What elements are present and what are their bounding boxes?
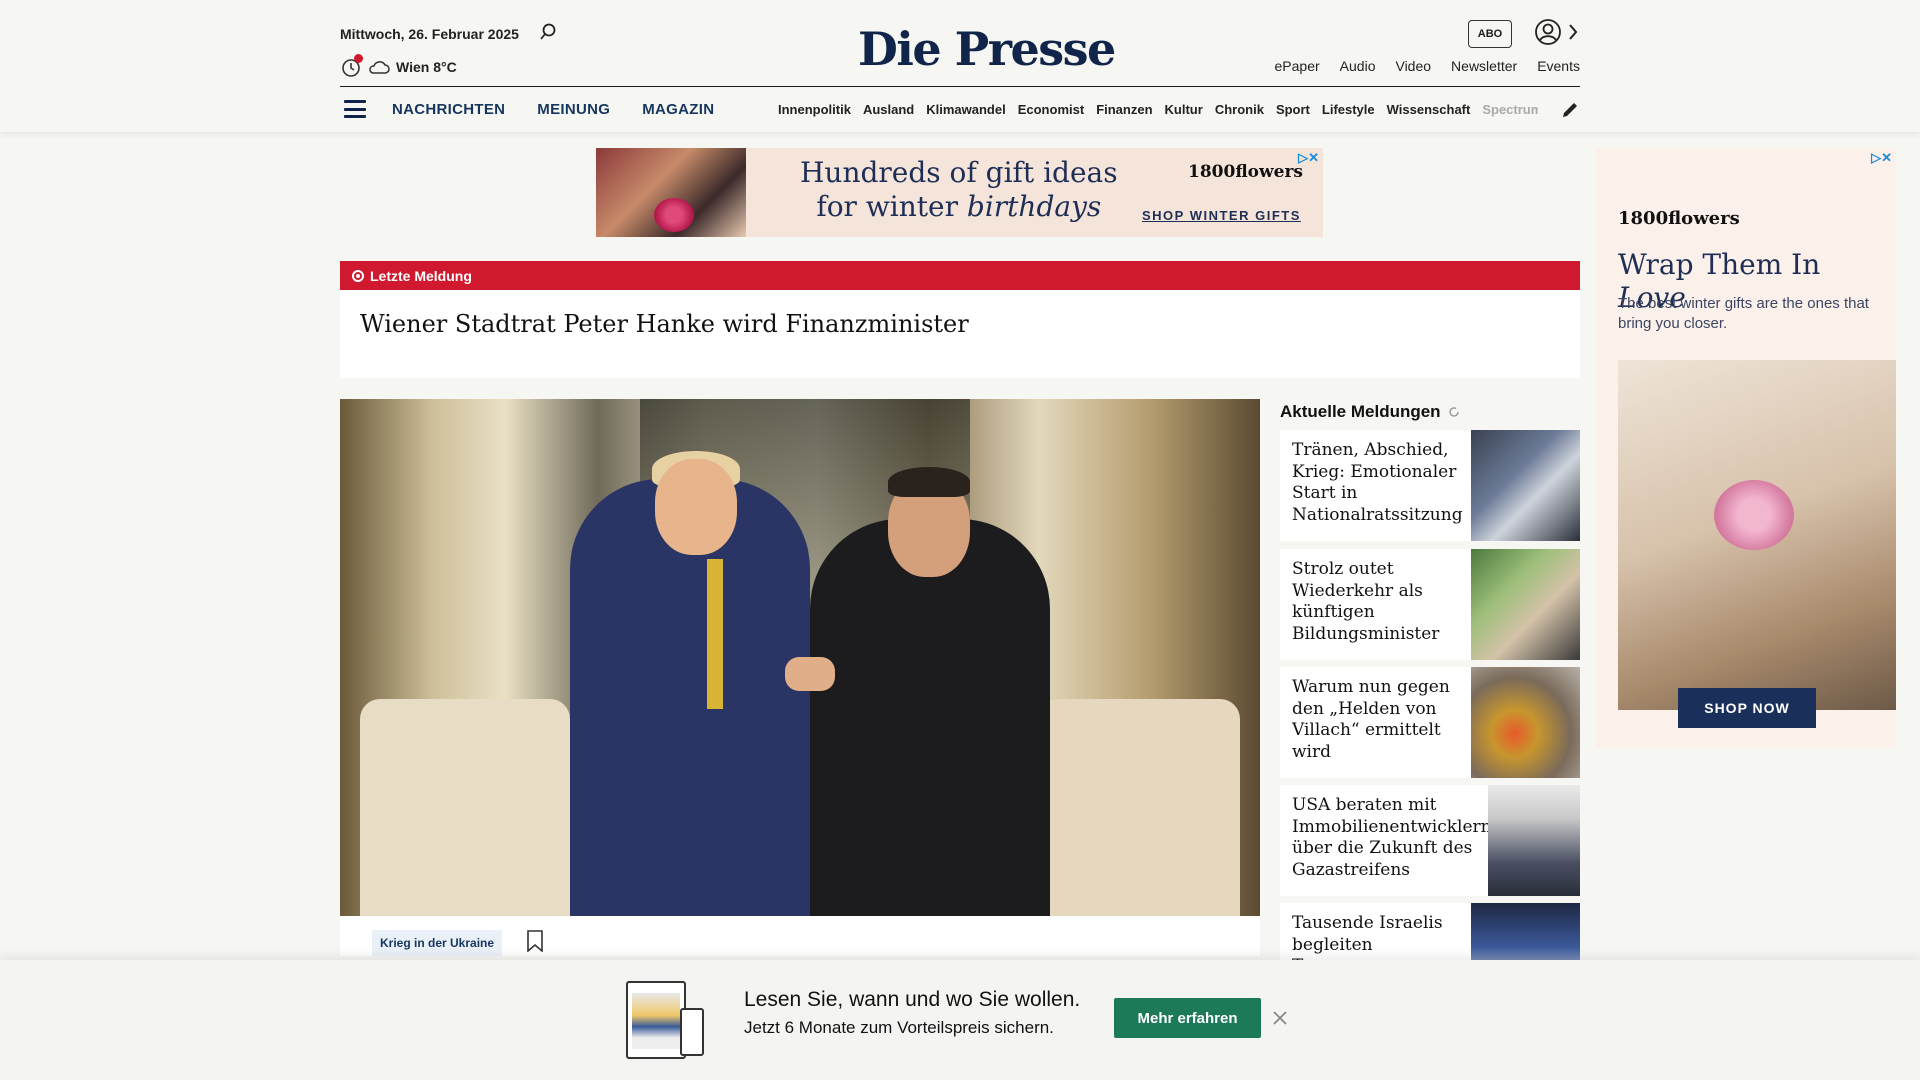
ad-headline: Hundreds of gift ideas for winter birthd… (800, 156, 1118, 224)
tablet-icon (626, 981, 686, 1059)
user-icon[interactable] (1534, 18, 1562, 46)
news-item[interactable]: USA beraten mit Immobilienentwicklern üb… (1280, 785, 1580, 896)
nav-meinung[interactable]: MEINUNG (537, 101, 610, 118)
link-video[interactable]: Video (1395, 58, 1431, 74)
pencil-icon[interactable] (1560, 100, 1580, 120)
nav-chronik[interactable]: Chronik (1215, 102, 1264, 117)
notification-icon[interactable] (340, 54, 363, 78)
ad-brand-logo: 1800flowers (1618, 208, 1740, 229)
current-date: Mittwoch, 26. Februar 2025 (340, 26, 519, 42)
ad-brand-logo: 1800flowers (1188, 162, 1303, 182)
news-item-title[interactable]: Warum nun gegen den „Helden von Villach“… (1292, 677, 1462, 763)
abo-button[interactable]: ABO (1468, 20, 1512, 48)
nav-economist[interactable]: Economist (1018, 102, 1084, 117)
menu-icon[interactable] (344, 100, 366, 118)
refresh-icon (1448, 407, 1459, 417)
top-links: ePaper Audio Video Newsletter Events (1275, 58, 1580, 74)
breaking-news-bar: Letzte Meldung (340, 261, 1580, 290)
nav-klimawandel[interactable]: Klimawandel (926, 102, 1005, 117)
nav-spectrum[interactable]: Spectrum (1482, 102, 1538, 117)
ad-couple-image (1618, 360, 1896, 710)
news-item-thumbnail (1471, 667, 1580, 778)
news-item-thumbnail (1471, 430, 1580, 541)
breaking-headline[interactable]: Wiener Stadtrat Peter Hanke wird Finanzm… (360, 310, 969, 338)
bookmark-icon[interactable] (526, 930, 544, 952)
header-divider (340, 86, 1580, 87)
news-item-title[interactable]: Strolz outet Wiederkehr als künftigen Bi… (1292, 559, 1462, 645)
phone-icon (680, 1008, 704, 1056)
live-indicator-icon (352, 269, 364, 282)
subscription-promo-banner: Lesen Sie, wann und wo Sie wollen. Jetzt… (0, 960, 1920, 1080)
chevron-right-icon[interactable] (1566, 22, 1580, 42)
nav-magazin[interactable]: MAGAZIN (642, 101, 714, 118)
news-item-title[interactable]: USA beraten mit Immobilienentwicklern üb… (1292, 795, 1492, 881)
header-inner: Mittwoch, 26. Februar 2025 Wien 8°C Die … (340, 0, 1580, 132)
ad-headline-line2: for winter birthdays (816, 190, 1102, 223)
mehr-erfahren-button[interactable]: Mehr erfahren (1114, 998, 1261, 1038)
nav-ausland[interactable]: Ausland (863, 102, 914, 117)
site-logo[interactable]: Die Presse (858, 22, 1116, 76)
link-epaper[interactable]: ePaper (1275, 58, 1320, 74)
nav-nachrichten[interactable]: NACHRICHTEN (392, 101, 505, 118)
site-header: Mittwoch, 26. Februar 2025 Wien 8°C Die … (0, 0, 1920, 132)
ad-subtext: The best winter gifts are the ones that … (1618, 295, 1869, 332)
nav-finanzen[interactable]: Finanzen (1096, 102, 1152, 117)
shop-now-button[interactable]: SHOP NOW (1678, 688, 1816, 728)
search-icon[interactable] (538, 22, 558, 42)
main-nav: NACHRICHTEN MEINUNG MAGAZIN (392, 101, 714, 118)
close-icon[interactable] (1272, 1010, 1288, 1026)
link-audio[interactable]: Audio (1340, 58, 1376, 74)
news-item-thumbnail (1488, 785, 1580, 896)
nav-innenpolitik[interactable]: Innenpolitik (778, 102, 851, 117)
weather-text: Wien 8°C (396, 59, 457, 75)
topic-tag[interactable]: Krieg in der Ukraine (372, 930, 503, 956)
cloud-icon (369, 61, 390, 74)
hero-meta: Krieg in der Ukraine (340, 916, 1260, 956)
ad-headline-line1: Hundreds of gift ideas (800, 156, 1118, 189)
news-item[interactable]: Tränen, Abschied, Krieg: Emotionaler Sta… (1280, 430, 1580, 541)
breaking-news-box[interactable]: Wiener Stadtrat Peter Hanke wird Finanzm… (340, 290, 1580, 378)
news-item-title[interactable]: Tränen, Abschied, Krieg: Emotionaler Sta… (1292, 440, 1463, 526)
top-banner-ad[interactable]: Hundreds of gift ideas for winter birthd… (596, 148, 1323, 237)
link-events[interactable]: Events (1537, 58, 1580, 74)
news-item[interactable]: Warum nun gegen den „Helden von Villach“… (1280, 667, 1580, 778)
news-section-title: Aktuelle Meldungen (1280, 402, 1461, 422)
ad-close-icon[interactable]: ▷✕ (1871, 150, 1892, 166)
ad-close-icon[interactable]: ▷✕ (1298, 150, 1319, 166)
promo-headline: Lesen Sie, wann und wo Sie wollen. (744, 988, 1081, 1011)
nav-wissenschaft[interactable]: Wissenschaft (1387, 102, 1471, 117)
hero-image[interactable] (340, 399, 1260, 916)
link-newsletter[interactable]: Newsletter (1451, 58, 1517, 74)
nav-lifestyle[interactable]: Lifestyle (1322, 102, 1375, 117)
weather-widget[interactable]: Wien 8°C (340, 54, 457, 78)
news-item[interactable]: Strolz outet Wiederkehr als künftigen Bi… (1280, 549, 1580, 660)
ad-cta-link[interactable]: SHOP WINTER GIFTS (1142, 208, 1301, 223)
promo-subline: Jetzt 6 Monate zum Vorteilspreis sichern… (744, 1018, 1054, 1037)
nav-sport[interactable]: Sport (1276, 102, 1310, 117)
breaking-label: Letzte Meldung (370, 267, 472, 284)
side-skyscraper-ad[interactable]: ▷✕ 1800flowers Wrap Them In Love The bes… (1596, 148, 1896, 748)
ad-couple-image (596, 148, 746, 237)
nav-kultur[interactable]: Kultur (1165, 102, 1203, 117)
section-nav: Innenpolitik Ausland Klimawandel Economi… (778, 102, 1538, 117)
news-item-thumbnail (1471, 549, 1580, 660)
